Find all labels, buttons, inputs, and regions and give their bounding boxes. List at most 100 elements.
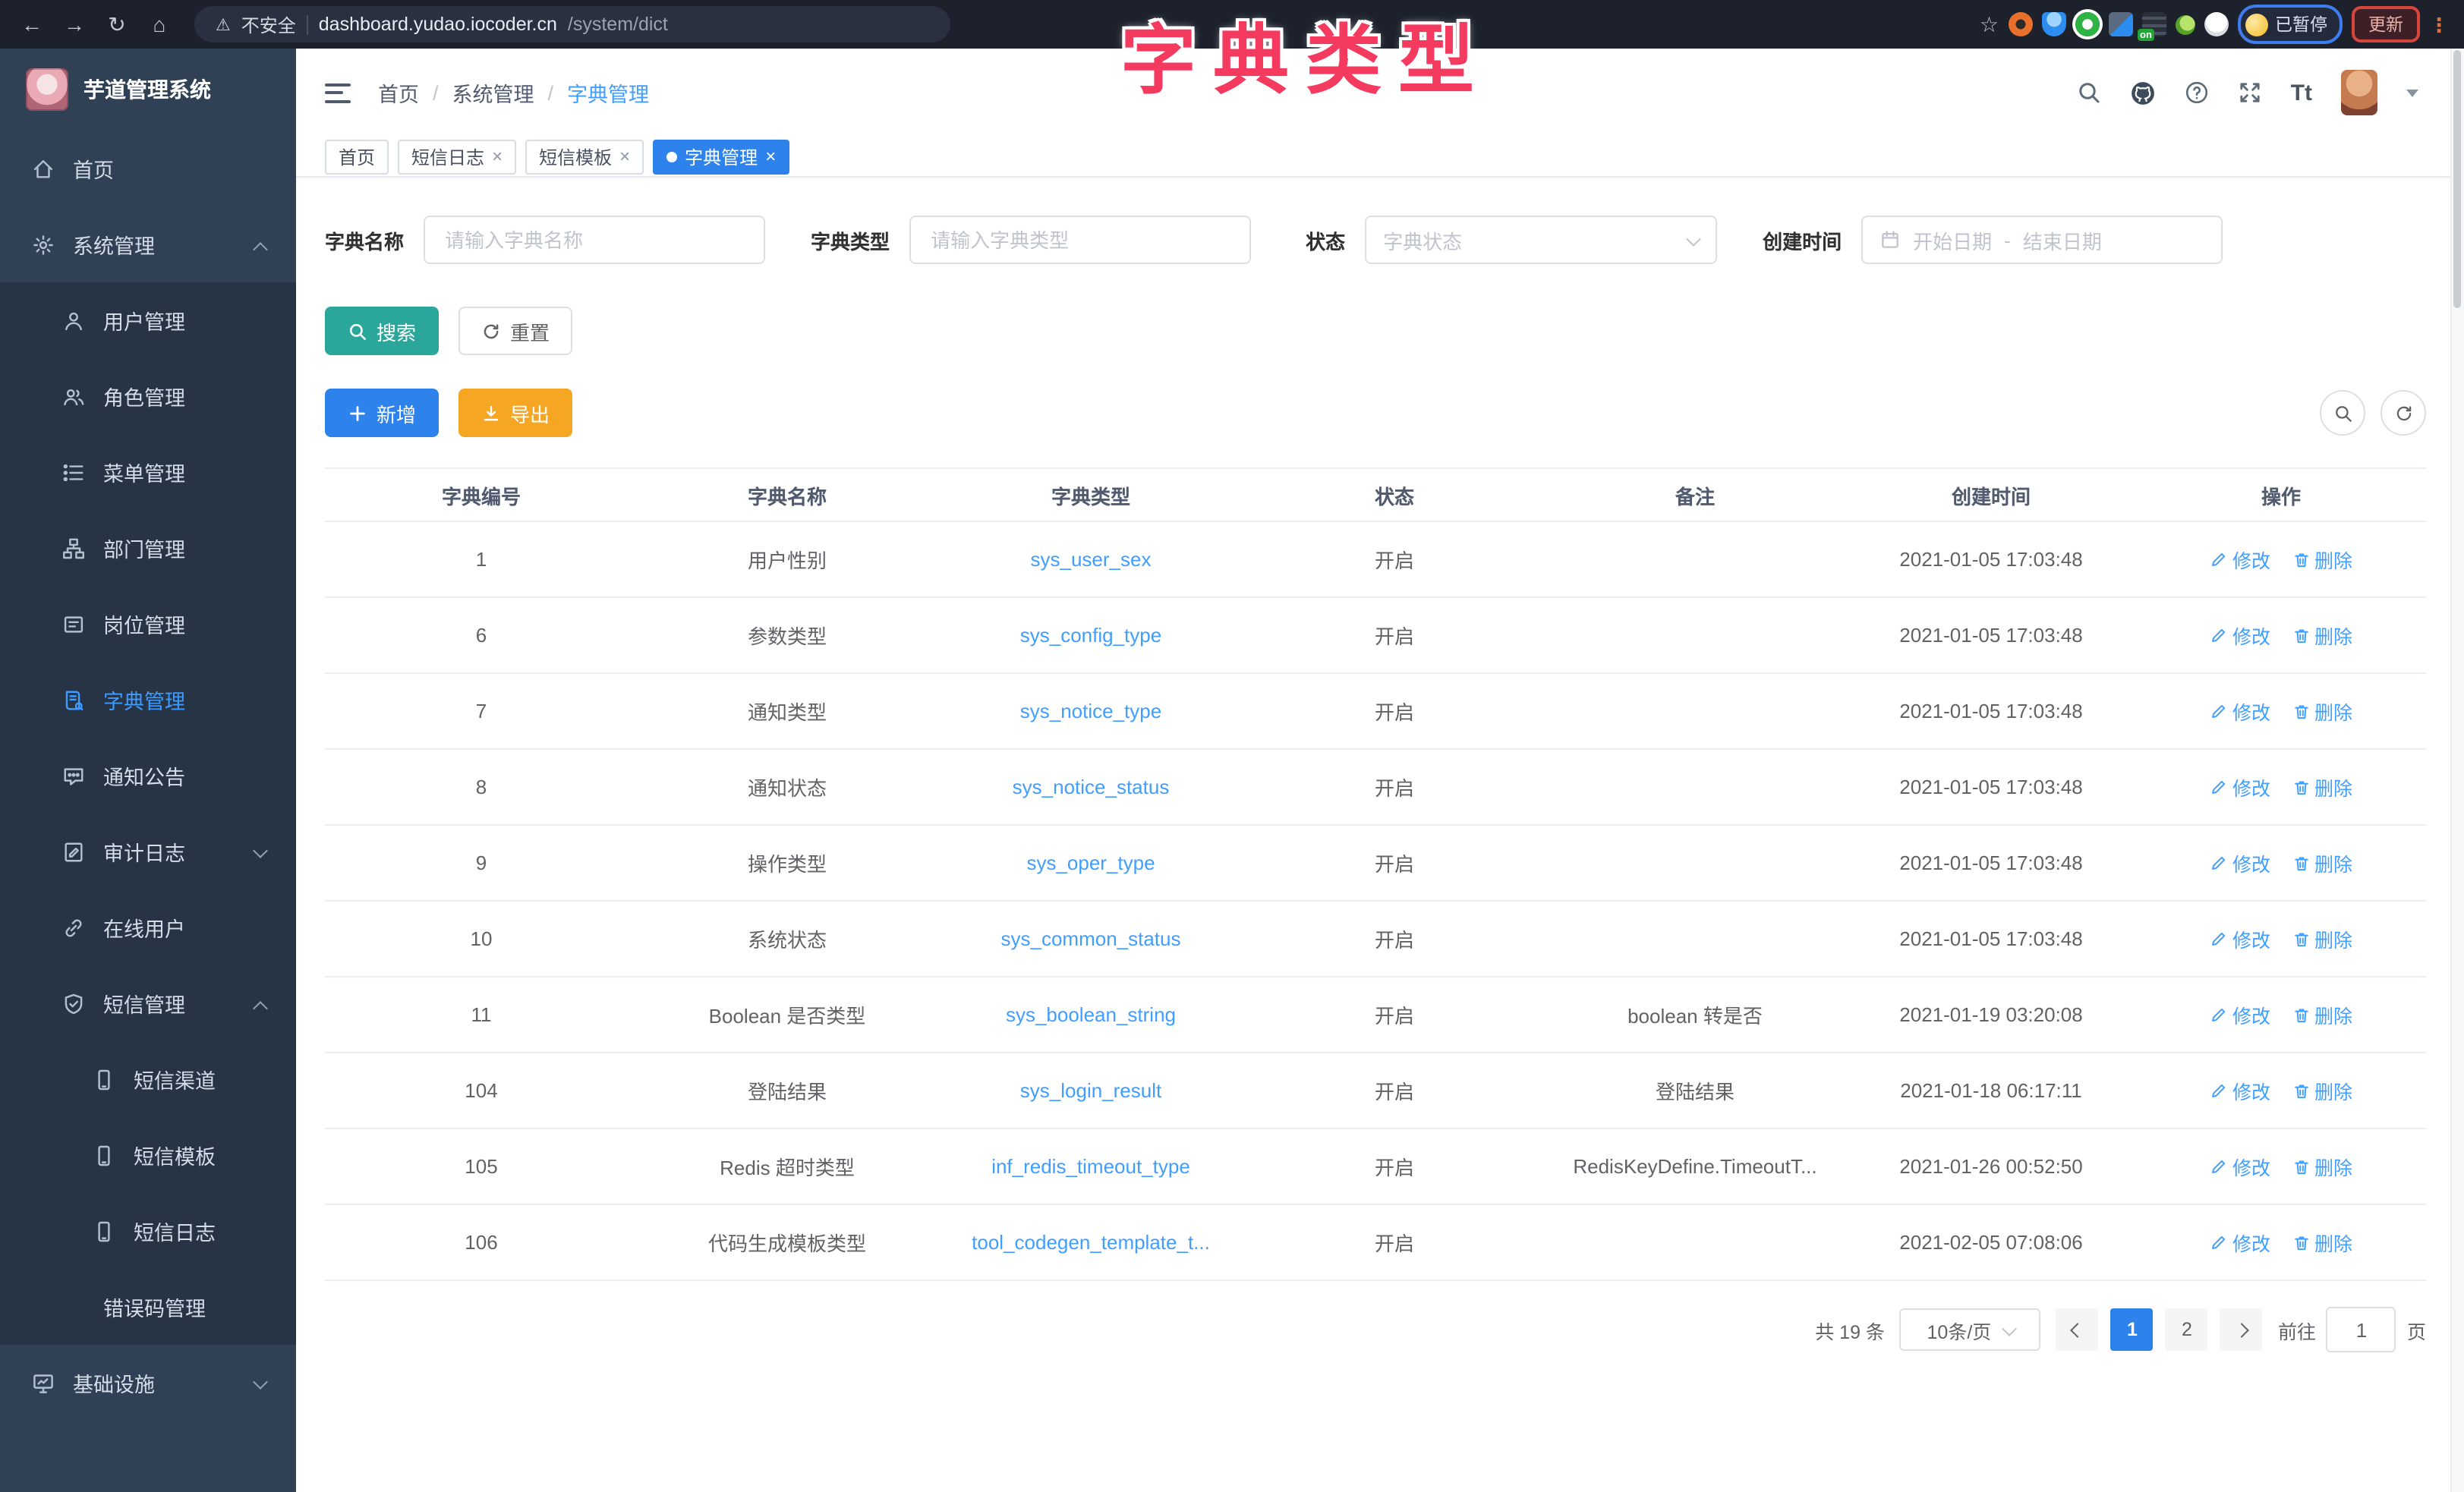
tab-短信日志[interactable]: 短信日志×: [398, 139, 516, 174]
date-range-picker[interactable]: 开始日期 - 结束日期: [1861, 216, 2223, 264]
delete-button[interactable]: 删除: [2292, 773, 2352, 801]
status-select[interactable]: 字典状态: [1365, 216, 1717, 264]
sidebar-item-infra-monitor[interactable]: 基础设施: [0, 1345, 296, 1421]
hamburger-icon[interactable]: [325, 83, 351, 102]
cell-type[interactable]: tool_codegen_template_t...: [937, 1231, 1245, 1254]
sidebar-item-post-badge[interactable]: 岗位管理: [0, 586, 296, 662]
delete-button[interactable]: 删除: [2292, 848, 2352, 877]
dict-name-input[interactable]: [442, 227, 747, 253]
goto-input[interactable]: [2327, 1307, 2396, 1352]
fullscreen-icon[interactable]: [2238, 80, 2262, 105]
address-bar[interactable]: ⚠ 不安全 dashboard.yudao.iocoder.cn/system/…: [194, 6, 950, 42]
extension-icon-1[interactable]: [2008, 12, 2032, 36]
page-button-1[interactable]: 1: [2111, 1308, 2154, 1351]
edit-button[interactable]: 修改: [2210, 1228, 2270, 1257]
cell-type[interactable]: sys_config_type: [937, 624, 1245, 647]
tab-字典管理[interactable]: 字典管理×: [653, 139, 789, 174]
sidebar-item-sms-shield[interactable]: 短信管理: [0, 965, 296, 1041]
refresh-table-button[interactable]: [2381, 390, 2426, 436]
sidebar-item-roles[interactable]: 角色管理: [0, 358, 296, 434]
breadcrumb-item[interactable]: 系统管理: [452, 77, 534, 108]
tab-首页[interactable]: 首页: [325, 139, 389, 174]
delete-button[interactable]: 删除: [2292, 924, 2352, 953]
delete-button[interactable]: 删除: [2292, 1000, 2352, 1029]
github-icon[interactable]: [2130, 80, 2156, 105]
sidebar-item-dictionary[interactable]: 字典管理: [0, 662, 296, 738]
edit-button[interactable]: 修改: [2210, 545, 2270, 574]
delete-button[interactable]: 删除: [2292, 1152, 2352, 1181]
cell-type[interactable]: sys_oper_type: [937, 851, 1245, 874]
tab-短信模板[interactable]: 短信模板×: [525, 139, 644, 174]
sidebar-item-phone[interactable]: 短信模板: [0, 1117, 296, 1193]
profile-paused-chip[interactable]: 已暂停: [2237, 5, 2343, 44]
update-button[interactable]: 更新: [2352, 6, 2420, 42]
extension-icon-6[interactable]: [2175, 14, 2195, 34]
cell-type[interactable]: sys_notice_type: [937, 700, 1245, 722]
edit-button[interactable]: 修改: [2210, 1152, 2270, 1181]
sidebar-item-phone[interactable]: 短信日志: [0, 1193, 296, 1269]
edit-button[interactable]: 修改: [2210, 924, 2270, 953]
prev-page-button[interactable]: [2056, 1308, 2099, 1351]
edit-button[interactable]: 修改: [2210, 1000, 2270, 1029]
cell-type[interactable]: sys_common_status: [937, 927, 1245, 950]
extension-icon-5[interactable]: on: [2141, 12, 2166, 36]
caret-down-icon[interactable]: [2406, 89, 2418, 96]
back-icon[interactable]: ←: [15, 8, 49, 41]
home-icon[interactable]: ⌂: [143, 8, 176, 41]
delete-button[interactable]: 删除: [2292, 1076, 2352, 1105]
close-icon[interactable]: ×: [619, 147, 630, 165]
cell-type[interactable]: sys_notice_status: [937, 776, 1245, 798]
sidebar-item-gear[interactable]: 系统管理: [0, 206, 296, 282]
delete-button[interactable]: 删除: [2292, 621, 2352, 650]
delete-button[interactable]: 删除: [2292, 697, 2352, 726]
sidebar-logo[interactable]: 芋道管理系统: [0, 49, 296, 131]
toggle-search-button[interactable]: [2320, 390, 2365, 436]
extension-icon-2[interactable]: [2041, 12, 2065, 36]
edit-button[interactable]: 修改: [2210, 621, 2270, 650]
extension-icon-3[interactable]: [2075, 12, 2099, 36]
help-icon[interactable]: [2185, 80, 2209, 105]
extension-icon-4[interactable]: [2108, 12, 2132, 36]
scrollbar-thumb[interactable]: [2453, 50, 2461, 308]
next-page-button[interactable]: [2220, 1308, 2263, 1351]
edit-button[interactable]: 修改: [2210, 773, 2270, 801]
search-button[interactable]: 搜索: [325, 307, 439, 355]
sidebar-item-audit-log[interactable]: 审计日志: [0, 814, 296, 889]
sidebar-item-phone[interactable]: 短信渠道: [0, 1041, 296, 1117]
cell-type[interactable]: sys_user_sex: [937, 548, 1245, 571]
page-size-select[interactable]: 10条/页: [1900, 1308, 2041, 1351]
sidebar-item-user[interactable]: 用户管理: [0, 282, 296, 358]
reset-button[interactable]: 重置: [458, 307, 572, 355]
close-icon[interactable]: ×: [492, 147, 503, 165]
cell-type[interactable]: sys_login_result: [937, 1079, 1245, 1102]
user-avatar[interactable]: [2341, 70, 2377, 115]
edit-button[interactable]: 修改: [2210, 1076, 2270, 1105]
delete-button[interactable]: 删除: [2292, 1228, 2352, 1257]
search-icon[interactable]: [2077, 80, 2101, 105]
cell-type[interactable]: inf_redis_timeout_type: [937, 1155, 1245, 1178]
security-label[interactable]: 不安全: [241, 11, 296, 37]
sidebar-item-home[interactable]: 首页: [0, 131, 296, 206]
reload-icon[interactable]: ↻: [100, 8, 134, 41]
bookmark-star-icon[interactable]: ☆: [1980, 11, 1999, 37]
forward-icon[interactable]: →: [58, 8, 91, 41]
sidebar-item-online-user[interactable]: 在线用户: [0, 889, 296, 965]
export-button[interactable]: 导出: [458, 389, 572, 437]
breadcrumb-item[interactable]: 字典管理: [567, 77, 649, 108]
page-scrollbar[interactable]: [2450, 49, 2464, 1492]
breadcrumb-item[interactable]: 首页: [378, 77, 419, 108]
sidebar-item-code[interactable]: 错误码管理: [0, 1269, 296, 1345]
page-button-2[interactable]: 2: [2166, 1308, 2208, 1351]
extension-icon-7[interactable]: [2204, 12, 2228, 36]
cell-type[interactable]: sys_boolean_string: [937, 1003, 1245, 1026]
close-icon[interactable]: ×: [765, 147, 776, 165]
edit-button[interactable]: 修改: [2210, 697, 2270, 726]
sidebar-item-menu-list[interactable]: 菜单管理: [0, 434, 296, 510]
font-size-icon[interactable]: Tt: [2291, 80, 2312, 105]
add-button[interactable]: 新增: [325, 389, 439, 437]
sidebar-item-dept-tree[interactable]: 部门管理: [0, 510, 296, 586]
browser-menu-icon[interactable]: ⋮: [2429, 20, 2449, 28]
dict-type-input[interactable]: [928, 227, 1233, 253]
delete-button[interactable]: 删除: [2292, 545, 2352, 574]
edit-button[interactable]: 修改: [2210, 848, 2270, 877]
